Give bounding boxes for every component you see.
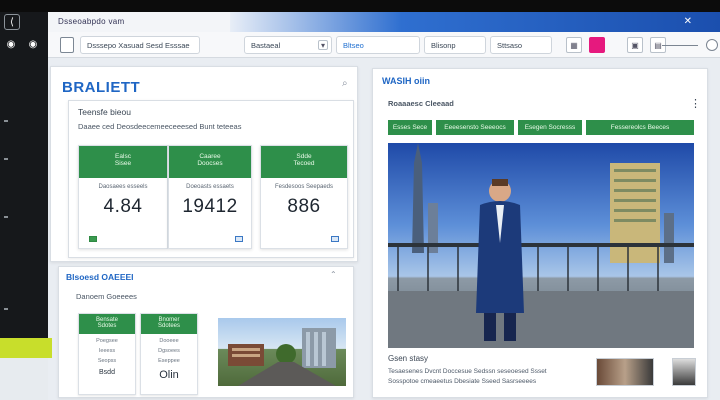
sidebar-item-marker[interactable] [4, 308, 8, 310]
feature-title: WASIH oiin [382, 76, 430, 86]
mini-stat-card[interactable]: Bensate Sdotes Poegsee Ieeess Seopss Bsdd [78, 313, 136, 395]
toolbar: Dsssepo Xasuad Sesd Esssae Bastaeal ▾ Bl… [48, 32, 720, 58]
mini-card-header: Bensate Sdotes [79, 314, 135, 334]
caption-title: Gsen stasy [388, 354, 429, 363]
building-photo-art [228, 328, 336, 386]
expand-icon[interactable] [235, 236, 243, 242]
section-subtitle: Daaee ced Deosdeecemeeceeesed Bunt tetee… [78, 122, 242, 131]
tab-overview[interactable]: Esses Sece [388, 120, 432, 135]
back-icon[interactable]: ⟨ [4, 14, 20, 30]
mini-stat-card[interactable]: Bnomer Sdotees Dooeee Dgsoees Eseppee Oli… [140, 313, 198, 395]
stat-value: 4.84 [103, 196, 143, 217]
sidebar-item-marker[interactable] [4, 216, 8, 218]
expand-icon[interactable] [331, 236, 339, 242]
stat-card[interactable]: Caaree Doocses Doeoasts essaets 19412 [168, 145, 252, 249]
tab-benefits[interactable]: Fessereolcs Beeces [586, 120, 694, 135]
sidebar-accent-bar [0, 338, 52, 358]
stat-label: Fesdesoos Seepaeds [274, 184, 334, 190]
breadcrumb[interactable]: Dsssepo Xasuad Sesd Esssae [80, 36, 200, 54]
location-field[interactable]: Blisonp [424, 36, 486, 54]
dropdown-icon[interactable]: ▾ [318, 40, 328, 50]
stat-card[interactable]: Sdde Tecoed Fesdesoos Seepaeds 886 [260, 145, 348, 249]
search-input[interactable]: Bltseo [336, 36, 420, 54]
tab-details[interactable]: Eeeesensto Seeeocs [436, 120, 514, 135]
mini-card-line: Eseppee [158, 358, 180, 364]
section-title: Teensfe bieou [78, 107, 131, 117]
stat-value: 886 [287, 196, 321, 217]
window-title: Dsseoabpdo vam [58, 17, 125, 26]
caption-line: Tesaesenes Dvcnt Doccesue Sedssn seseoes… [388, 368, 547, 375]
stat-card[interactable]: Ealsc Sisee Daosaees esseels 4.84 [78, 145, 168, 249]
stat-card-header: Ealsc Sisee [79, 146, 167, 178]
mini-card-header: Bnomer Sdotees [141, 314, 197, 334]
stat-label: Doeoasts essaets [186, 184, 234, 190]
close-icon[interactable]: ⌃ [330, 270, 337, 279]
record-icon[interactable]: ◉ [3, 36, 19, 52]
stat-value: 19412 [182, 196, 238, 217]
overview-title: Blsoesd OAEEEI [66, 272, 134, 282]
feature-photo[interactable] [388, 143, 694, 348]
close-icon[interactable]: ✕ [684, 16, 692, 27]
mini-card-line: Ieeess [98, 348, 116, 354]
stat-card-header: Caaree Doocses [169, 146, 251, 178]
sidebar-item-marker[interactable] [4, 158, 8, 160]
grid-view-icon[interactable]: ▦ [566, 37, 582, 53]
mini-card-value: Olin [159, 369, 179, 381]
image-icon[interactable]: ▣ [627, 37, 643, 53]
zoom-handle[interactable] [706, 39, 718, 51]
building-photo[interactable] [218, 318, 346, 386]
view-select-value: Bastaeal [251, 41, 281, 50]
title-bar-accent [230, 12, 720, 32]
more-options-icon[interactable]: ⋮ [690, 97, 701, 110]
mini-card-line: Dgsoees [158, 348, 180, 354]
stat-card-header: Sdde Tecoed [261, 146, 347, 178]
capture-icon[interactable]: ◉ [25, 36, 41, 52]
sidebar-item-marker[interactable] [4, 120, 8, 122]
filter-field[interactable]: Sttsaso [490, 36, 552, 54]
feature-subtitle: Roaaaesc Cleeaad [388, 99, 454, 108]
color-swatch-icon[interactable] [589, 37, 605, 53]
sidebar: ⟨ ◉ ◉ [0, 12, 48, 338]
stat-label: Daosaees esseels [98, 184, 148, 190]
mini-card-line: Dooeee [159, 338, 179, 344]
feature-photo-art [388, 143, 694, 348]
tab-resources[interactable]: Esegen Socresss [518, 120, 582, 135]
title-bar [0, 0, 720, 12]
mini-card-line: Seopss [97, 358, 117, 364]
app-logo: BRALIETT [62, 79, 141, 96]
thumbnail-image[interactable] [596, 358, 654, 386]
mini-card-value: Bsdd [99, 369, 115, 376]
overview-subtitle: Danoem Goeeees [76, 292, 137, 301]
thumbnail-image[interactable] [672, 358, 696, 386]
search-icon[interactable]: ⌕ [342, 78, 348, 89]
document-icon[interactable] [60, 37, 74, 53]
caption-line: Sosspotoe cmeaeetus Dbesiate Sseed Sasrs… [388, 378, 537, 385]
sidebar-footer [0, 358, 48, 400]
mini-card-line: Poegsee [96, 338, 118, 344]
zoom-slider[interactable] [662, 45, 698, 46]
status-icon [89, 236, 97, 242]
